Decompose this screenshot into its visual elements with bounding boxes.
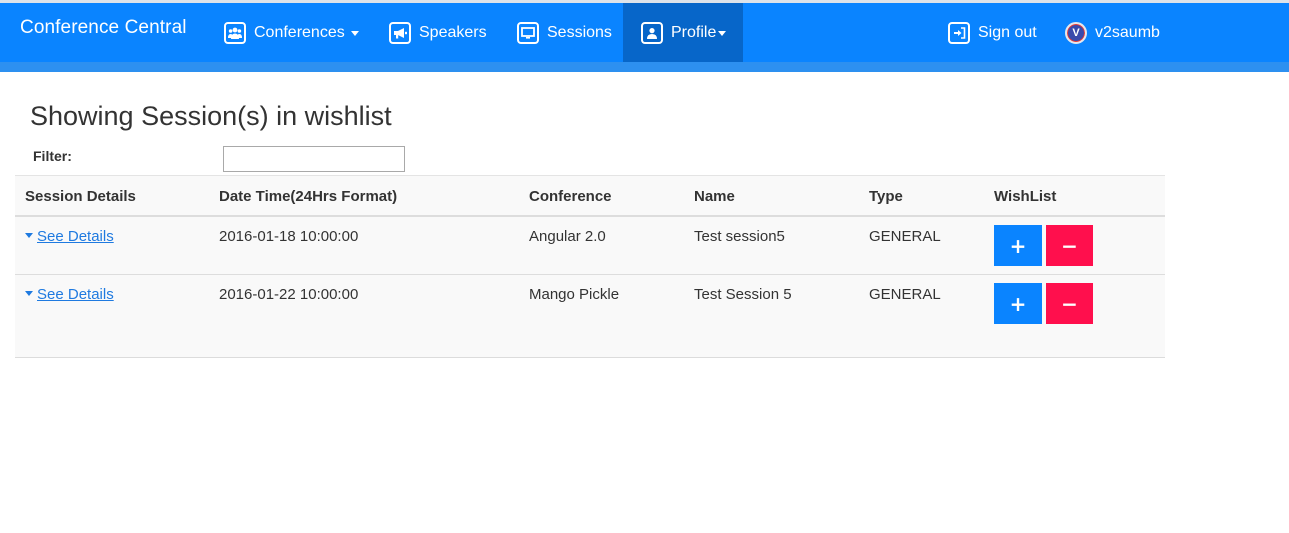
see-details-link[interactable]: See Details [25, 286, 114, 303]
monitor-icon [517, 21, 539, 44]
table-cell-name: Test Session 5 [694, 286, 792, 303]
brand-link[interactable]: Conference Central [20, 17, 187, 39]
column-header-datetime: Date Time(24Hrs Format) [219, 188, 398, 205]
wishlist-table: Session Details Date Time(24Hrs Format) … [15, 175, 1165, 358]
see-details-link[interactable]: See Details [25, 228, 114, 245]
filter-input[interactable] [223, 146, 405, 172]
nav-speakers-label: Speakers [419, 23, 487, 41]
table-cell-name: Test session5 [694, 228, 785, 245]
navbar-bottom-band [0, 62, 1289, 72]
table-cell-type: GENERAL [869, 286, 941, 303]
table-cell-conference: Mango Pickle [529, 286, 620, 303]
column-header-conference: Conference [529, 188, 612, 205]
column-header-wishlist: WishList [994, 188, 1057, 205]
add-to-wishlist-button[interactable]: + [994, 225, 1042, 266]
chevron-down-icon [718, 31, 727, 36]
filter-label: Filter: [33, 148, 72, 164]
column-header-name: Name [694, 188, 735, 205]
add-to-wishlist-button[interactable]: + [994, 283, 1042, 324]
nav-sessions-label: Sessions [547, 23, 612, 41]
column-header-session-details: Session Details [25, 188, 136, 205]
sign-out-link[interactable]: Sign out [948, 3, 1037, 62]
avatar: V [1065, 21, 1087, 44]
table-cell-datetime: 2016-01-18 10:00:00 [219, 228, 359, 245]
chevron-down-icon [350, 31, 359, 36]
caret-down-icon [25, 232, 33, 238]
row-divider [15, 274, 1165, 275]
table-cell-datetime: 2016-01-22 10:00:00 [219, 286, 359, 303]
megaphone-icon [389, 21, 411, 44]
user-menu[interactable]: V v2saumb [1065, 3, 1160, 62]
table-cell-conference: Angular 2.0 [529, 228, 606, 245]
users-group-icon [224, 21, 246, 44]
see-details-label: See Details [37, 286, 114, 303]
username-label: v2saumb [1095, 23, 1160, 41]
nav-conferences-label: Conferences [254, 23, 345, 41]
nav-speakers[interactable]: Speakers [389, 3, 487, 62]
nav-profile[interactable]: Profile [623, 3, 743, 62]
header-divider [15, 215, 1165, 217]
user-profile-icon [641, 21, 663, 44]
sign-out-label: Sign out [978, 23, 1037, 41]
column-header-type: Type [869, 188, 903, 205]
page-title: Showing Session(s) in wishlist [30, 101, 392, 131]
see-details-label: See Details [37, 228, 114, 245]
nav-conferences[interactable]: Conferences [224, 3, 359, 62]
sign-out-icon [948, 21, 970, 44]
table-cell-type: GENERAL [869, 228, 941, 245]
remove-from-wishlist-button[interactable]: − [1046, 283, 1093, 324]
top-navbar: Conference Central Conferences Speakers [0, 3, 1289, 62]
nav-sessions[interactable]: Sessions [517, 3, 612, 62]
avatar-letter: V [1067, 23, 1085, 42]
nav-profile-label: Profile [671, 23, 717, 41]
caret-down-icon [25, 290, 33, 296]
remove-from-wishlist-button[interactable]: − [1046, 225, 1093, 266]
